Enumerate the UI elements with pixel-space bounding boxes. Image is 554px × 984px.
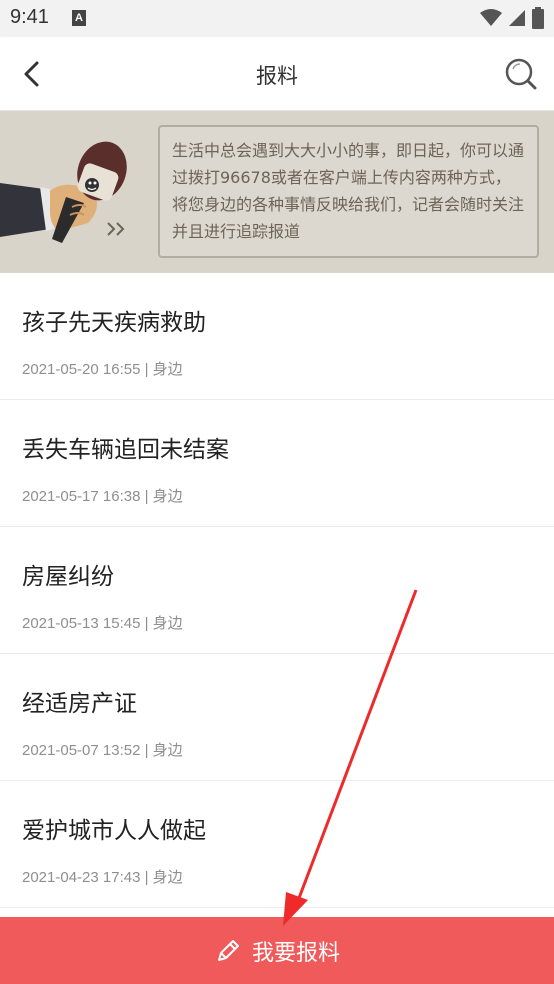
list-item[interactable]: 爱护城市人人做起 2021-04-23 17:43 | 身边 [0, 781, 554, 908]
list-item[interactable]: 经适房产证 2021-05-07 13:52 | 身边 [0, 654, 554, 781]
battery-icon [532, 7, 544, 29]
status-time: 9:41 [10, 6, 49, 28]
report-banner: 生活中总会遇到大大小小的事，即日起，你可以通过拨打96678或者在客户端上传内容… [0, 111, 554, 273]
news-title: 孩子先天疾病救助 [22, 310, 206, 336]
report-button[interactable]: 我要报料 [0, 917, 554, 984]
news-title: 丢失车辆追回未结案 [22, 437, 229, 463]
news-meta: 2021-05-17 16:38 | 身边 [22, 488, 183, 505]
page-title: 报料 [256, 64, 298, 88]
microphone-illustration-icon [0, 141, 127, 243]
status-bar: 9:41 A [0, 0, 554, 37]
news-meta: 2021-05-07 13:52 | 身边 [22, 742, 183, 759]
banner-text-box: 生活中总会遇到大大小小的事，即日起，你可以通过拨打96678或者在客户端上传内容… [158, 125, 539, 258]
list-item[interactable]: 丢失车辆追回未结案 2021-05-17 16:38 | 身边 [0, 400, 554, 527]
notification-a-icon: A [72, 10, 86, 26]
pencil-icon [217, 939, 239, 961]
news-meta: 2021-05-13 15:45 | 身边 [22, 615, 183, 632]
wifi-icon [480, 9, 502, 26]
report-button-label: 我要报料 [251, 940, 340, 966]
status-icons [480, 7, 544, 29]
app-header: 报料 [0, 37, 554, 111]
news-title: 爱护城市人人做起 [22, 818, 206, 844]
news-list: 孩子先天疾病救助 2021-05-20 16:55 | 身边 丢失车辆追回未结案… [0, 273, 554, 908]
list-item[interactable]: 孩子先天疾病救助 2021-05-20 16:55 | 身边 [0, 273, 554, 400]
news-meta: 2021-05-20 16:55 | 身边 [22, 361, 183, 378]
banner-text: 生活中总会遇到大大小小的事，即日起，你可以通过拨打96678或者在客户端上传内容… [172, 141, 525, 241]
news-title: 经适房产证 [22, 691, 137, 717]
list-item[interactable]: 房屋纠纷 2021-05-13 15:45 | 身边 [0, 527, 554, 654]
news-meta: 2021-04-23 17:43 | 身边 [22, 869, 183, 886]
search-icon [505, 58, 537, 90]
news-title: 房屋纠纷 [22, 564, 114, 590]
search-button[interactable] [502, 55, 540, 93]
signal-icon [509, 10, 525, 26]
